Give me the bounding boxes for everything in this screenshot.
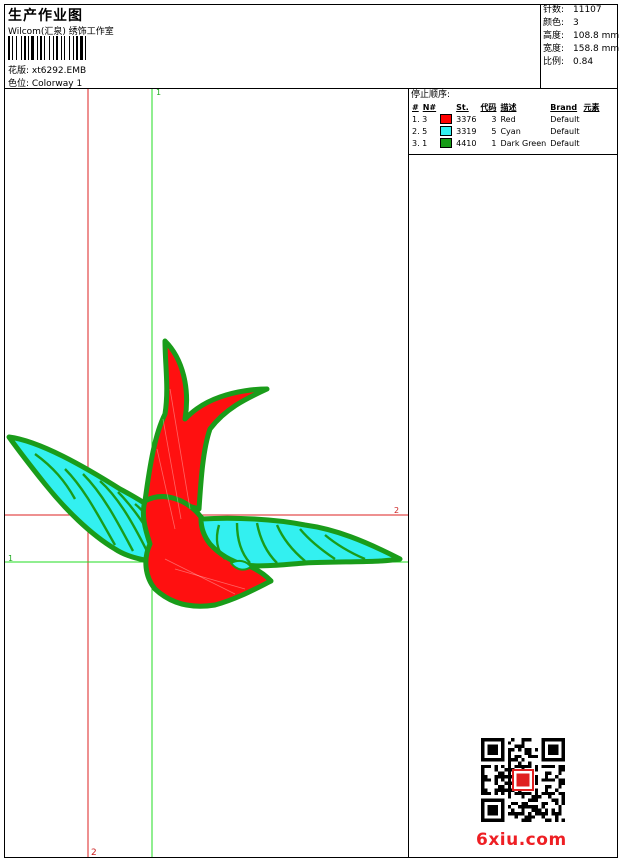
design-canvas: 1 1 2 2 — [5, 89, 408, 857]
green-vertical-guide-label: 1 — [156, 89, 161, 97]
stop-sequence-title: 停止顺序: — [411, 90, 451, 100]
col-index: # — [412, 102, 419, 112]
row-brand: Default — [550, 114, 580, 124]
row-index: 1. 3 — [412, 114, 428, 124]
row-stitches: 3319 — [456, 126, 477, 136]
col-element: 元素 — [583, 102, 600, 112]
colorway-label: 色位: Colorway 1 — [8, 79, 83, 89]
stop-sequence-table: # N# St. 代码 描述 Brand 元素 1. 3 3376 3 Red … — [410, 101, 601, 149]
page-title: 生产作业图 — [8, 8, 83, 24]
stat-width: 宽度: 158.8 mm — [543, 44, 620, 54]
stop-sequence-panel: 停止顺序: # N# St. 代码 描述 Brand 元素 1. 3 3376 … — [409, 89, 618, 155]
qr-center-seal — [516, 773, 530, 787]
tail — [142, 338, 270, 512]
green-horizontal-guide-label: 1 — [8, 554, 13, 563]
panel-separator — [408, 88, 409, 858]
row-code: 1 — [491, 138, 497, 148]
color-swatch — [440, 126, 453, 136]
stat-stitch-count: 针数: 11107 — [543, 5, 602, 15]
row-stitches: 3376 — [456, 114, 477, 124]
barcode — [8, 36, 86, 60]
table-row: 2. 5 3319 5 Cyan Default — [410, 125, 601, 137]
col-brand: Brand — [550, 102, 578, 112]
col-swatch — [438, 101, 454, 113]
stat-scale: 比例: 0.84 — [543, 57, 594, 67]
table-row: 3. 1 4410 1 Dark Green Default — [410, 137, 601, 149]
stats-panel: 针数: 11107 颜色: 3 高度: 108.8 mm 宽度: 158.8 mm 比例… — [540, 4, 620, 88]
row-code: 5 — [491, 126, 497, 136]
stat-color-count: 颜色: 3 — [543, 18, 579, 28]
row-brand: Default — [550, 126, 580, 136]
color-swatch — [440, 138, 453, 148]
red-horizontal-guide-label: 2 — [394, 506, 399, 515]
right-wing — [198, 515, 403, 569]
swallow-embroidery — [6, 338, 403, 609]
row-stitches: 4410 — [456, 138, 477, 148]
row-description: Cyan — [500, 126, 521, 136]
row-description: Red — [500, 114, 516, 124]
color-swatch — [440, 114, 453, 124]
red-vertical-guide-label: 2 — [91, 848, 97, 857]
col-stitches: St. — [456, 102, 469, 112]
stat-height: 高度: 108.8 mm — [543, 31, 620, 41]
table-row: 1. 3 3376 3 Red Default — [410, 113, 601, 125]
col-description: 描述 — [500, 102, 517, 112]
table-header-row: # N# St. 代码 描述 Brand 元素 — [410, 101, 601, 113]
design-file-label: 花版: xt6292.EMB — [8, 66, 87, 76]
qr-code — [481, 738, 565, 822]
row-code: 3 — [491, 114, 497, 124]
col-needle: N# — [422, 102, 437, 112]
site-watermark: 6xiu.com — [476, 830, 567, 850]
row-index: 3. 1 — [412, 138, 428, 148]
row-brand: Default — [550, 138, 580, 148]
row-description: Dark Green — [500, 138, 547, 148]
col-code: 代码 — [480, 102, 497, 112]
row-index: 2. 5 — [412, 126, 428, 136]
